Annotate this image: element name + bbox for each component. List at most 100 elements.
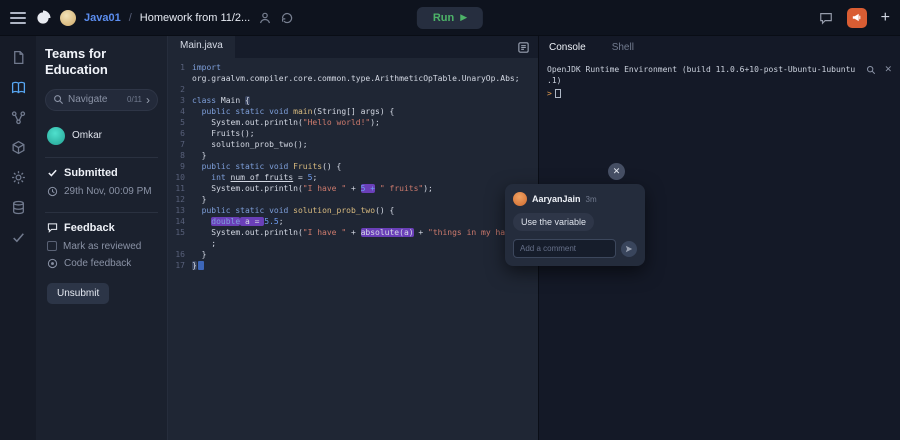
- code-feedback-row[interactable]: Code feedback: [47, 258, 156, 269]
- line-number: 14: [168, 216, 192, 227]
- editor-panel: Main.java 1importorg.graalvm.compiler.co…: [168, 36, 538, 440]
- console-prompt: >: [547, 88, 552, 99]
- code-feedback-label: Code feedback: [64, 258, 131, 269]
- line-number: 5: [168, 117, 192, 128]
- line-number: 1: [168, 62, 192, 73]
- code-line[interactable]: 17}: [168, 260, 538, 271]
- code-line[interactable]: 3class Main {: [168, 95, 538, 106]
- search-icon: [53, 94, 64, 105]
- panel-title: Teams for Education: [45, 46, 158, 79]
- submission-timestamp: 29th Nov, 00:09 PM: [64, 186, 152, 197]
- console-output-line: .1): [547, 75, 892, 86]
- code-line[interactable]: 11 System.out.println("I have " + 5 + " …: [168, 183, 538, 194]
- packages-icon[interactable]: [11, 140, 26, 155]
- code-line[interactable]: org.graalvm.compiler.core.common.type.Ar…: [168, 73, 538, 84]
- new-repl-button[interactable]: +: [881, 10, 890, 26]
- unsubmit-button[interactable]: Unsubmit: [47, 283, 109, 304]
- megaphone-icon: [851, 12, 862, 23]
- console-tabbar: Console Shell: [539, 36, 900, 58]
- line-number: 2: [168, 84, 192, 95]
- announcements-button[interactable]: [847, 8, 867, 28]
- settings-icon[interactable]: [11, 170, 26, 185]
- code-line[interactable]: 1import: [168, 62, 538, 73]
- line-number: 17: [168, 260, 192, 271]
- line-number: 16: [168, 249, 192, 260]
- feedback-section: Feedback Mark as reviewed Code feedback …: [45, 212, 158, 313]
- mark-reviewed-checkbox[interactable]: [47, 241, 57, 251]
- console-output-lines: OpenJDK Runtime Environment (build 11.0.…: [547, 64, 892, 86]
- mark-reviewed-label: Mark as reviewed: [63, 241, 141, 252]
- line-number: 13: [168, 205, 192, 216]
- education-icon[interactable]: [11, 80, 26, 95]
- topbar: Java01 / Homework from 11/2... Run ▶ +: [0, 0, 900, 36]
- play-icon: ▶: [460, 12, 467, 23]
- code-line[interactable]: 13 public static void solution_prob_two(…: [168, 205, 538, 216]
- tab-console[interactable]: Console: [549, 42, 586, 53]
- comment-time: 3m: [586, 195, 597, 204]
- submission-status: Submitted: [64, 167, 118, 179]
- hamburger-menu-icon[interactable]: [10, 12, 26, 24]
- line-number: 3: [168, 95, 192, 106]
- console-output[interactable]: OpenJDK Runtime Environment (build 11.0.…: [539, 58, 900, 105]
- navigate-label: Navigate: [68, 94, 107, 105]
- code-line[interactable]: 12 }: [168, 194, 538, 205]
- breadcrumb-team[interactable]: Java01: [84, 12, 121, 24]
- tab-shell[interactable]: Shell: [612, 42, 634, 53]
- code-line[interactable]: 2: [168, 84, 538, 95]
- line-number: 12: [168, 194, 192, 205]
- checks-icon[interactable]: [11, 230, 26, 245]
- line-number: 8: [168, 150, 192, 161]
- send-icon: [625, 245, 633, 253]
- code-feedback-icon: [47, 258, 58, 269]
- send-comment-button[interactable]: [621, 241, 637, 257]
- comment-input[interactable]: [513, 239, 616, 258]
- replit-logo-icon[interactable]: [34, 9, 52, 27]
- user-avatar[interactable]: [60, 10, 76, 26]
- feedback-title: Feedback: [64, 222, 115, 234]
- code-line[interactable]: 4 public static void main(String[] args)…: [168, 106, 538, 117]
- version-control-icon[interactable]: [11, 110, 26, 125]
- line-number: 6: [168, 128, 192, 139]
- comment-close-button[interactable]: ✕: [608, 163, 625, 180]
- student-name: Omkar: [72, 130, 102, 141]
- speech-bubble-icon: [47, 222, 58, 233]
- invite-user-icon[interactable]: [258, 11, 272, 25]
- line-number: 9: [168, 161, 192, 172]
- files-icon[interactable]: [11, 50, 26, 65]
- chevron-right-icon[interactable]: ›: [146, 93, 150, 107]
- run-button[interactable]: Run ▶: [417, 7, 483, 29]
- commenter-avatar: [513, 192, 527, 206]
- console-output-line: OpenJDK Runtime Environment (build 11.0.…: [547, 64, 892, 75]
- editor-menu-icon[interactable]: [517, 41, 530, 54]
- icon-sidebar: [0, 36, 36, 440]
- student-row[interactable]: Omkar: [45, 123, 158, 157]
- navigate-control[interactable]: Navigate 0/11 ›: [45, 89, 158, 111]
- line-number: 10: [168, 172, 192, 183]
- student-avatar: [47, 127, 65, 145]
- code-line[interactable]: 14 double a = 5.5;: [168, 216, 538, 227]
- code-line[interactable]: ;: [168, 238, 538, 249]
- console-cursor: [555, 89, 561, 98]
- code-line[interactable]: 15 System.out.println("I have " + absolu…: [168, 227, 538, 238]
- console-search-icon[interactable]: [866, 65, 876, 75]
- tab-main-java[interactable]: Main.java: [168, 36, 235, 58]
- code-line[interactable]: 5 System.out.println("Hello world!");: [168, 117, 538, 128]
- console-find-controls: ✕: [866, 64, 892, 75]
- code-line[interactable]: 9 public static void Fruits() {: [168, 161, 538, 172]
- editor-tabbar: Main.java: [168, 36, 538, 58]
- code-line[interactable]: 8 }: [168, 150, 538, 161]
- code-line[interactable]: 10 int num_of_fruits = 5;: [168, 172, 538, 183]
- history-icon[interactable]: [280, 11, 294, 25]
- teams-panel: Teams for Education Navigate 0/11 › Omka…: [36, 36, 168, 440]
- line-number: 11: [168, 183, 192, 194]
- code-line[interactable]: 16 }: [168, 249, 538, 260]
- code-line[interactable]: 7 solution_prob_two();: [168, 139, 538, 150]
- code-line[interactable]: 6 Fruits();: [168, 128, 538, 139]
- breadcrumb-project[interactable]: Homework from 11/2...: [140, 12, 250, 24]
- console-close-icon[interactable]: ✕: [884, 64, 892, 75]
- chat-icon[interactable]: [819, 11, 833, 25]
- code-rows[interactable]: 1importorg.graalvm.compiler.core.common.…: [168, 58, 538, 440]
- line-number: [168, 238, 192, 249]
- database-icon[interactable]: [11, 200, 26, 215]
- navigate-count: 0/11: [127, 95, 142, 104]
